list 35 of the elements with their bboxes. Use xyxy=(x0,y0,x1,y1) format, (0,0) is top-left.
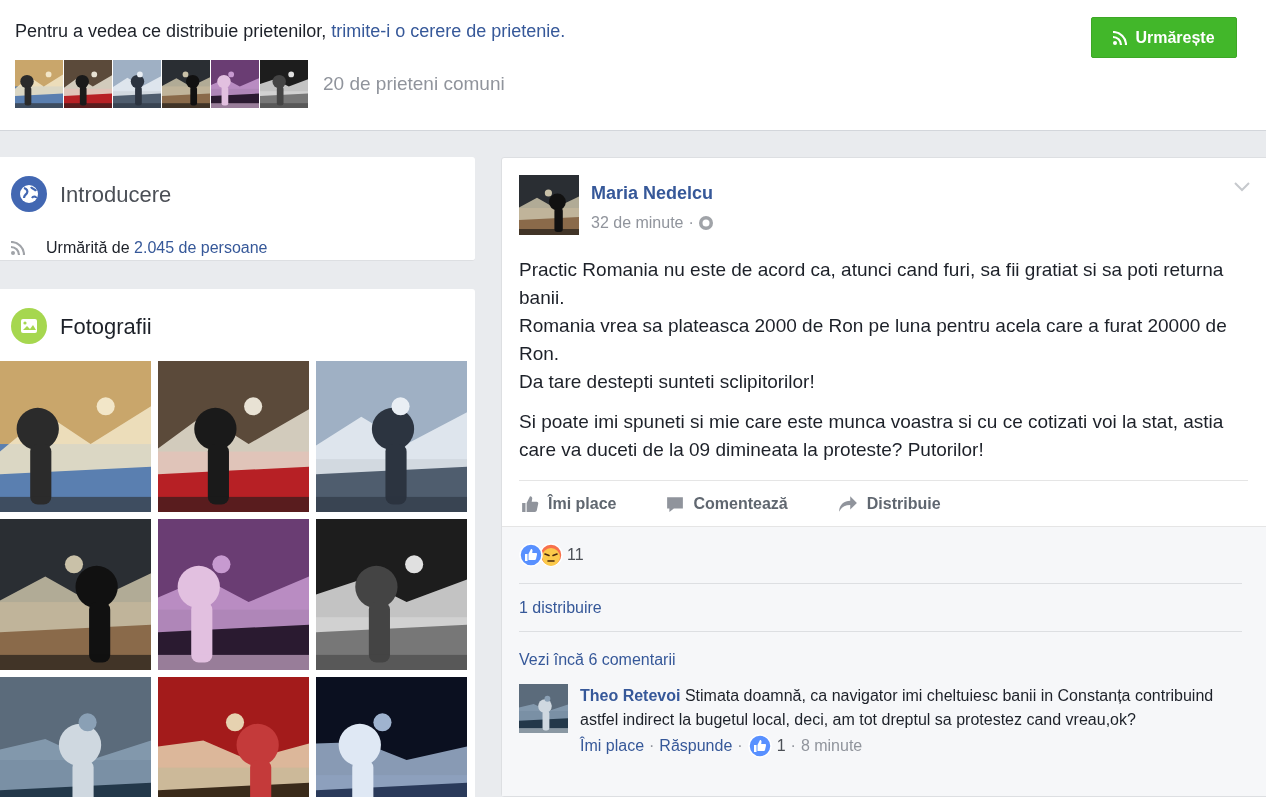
chevron-down-icon[interactable] xyxy=(1234,182,1250,192)
shares-link[interactable]: 1 distribuire xyxy=(519,595,602,620)
photo-icon xyxy=(11,308,47,344)
share-arrow-icon xyxy=(837,494,858,513)
separator-dot: · xyxy=(790,736,796,756)
post-action-button[interactable]: Comentează xyxy=(666,491,788,516)
like-reaction-icon xyxy=(519,543,543,567)
post-action-button[interactable]: Distribuie xyxy=(837,491,941,516)
comment-time: 8 minute xyxy=(800,736,863,756)
intro-title: Introducere xyxy=(60,180,172,209)
like-reaction-icon xyxy=(747,734,772,758)
like-link[interactable]: Îmi place xyxy=(580,734,645,758)
rss-icon xyxy=(1113,30,1128,45)
comment-like-count: 1 xyxy=(776,736,786,756)
photos-title: Fotografii xyxy=(60,312,152,341)
separator-dot: · xyxy=(688,213,694,233)
separator-dot: · xyxy=(737,736,743,756)
post-text: Si poate imi spuneti si mie care este munca voastra si cu ce cotizati voi la stat, astia care va duceti de la 09 dimineata la proteste? Putorilor! xyxy=(519,410,1225,462)
separator-dot: · xyxy=(649,736,655,756)
followers-link[interactable]: 2.045 de persoane xyxy=(134,239,268,256)
post-action-button[interactable]: Îmi place xyxy=(521,491,617,516)
reply-link[interactable]: Răspunde xyxy=(659,734,733,758)
followers-text: Urmărită de 2.045 de persoane xyxy=(46,238,268,258)
commenter-name[interactable]: Theo Retevoi xyxy=(580,687,681,704)
comment-text: Theo Retevoi Stimata doamnă, ca navigator imi cheltuiesc banii in Constanța contribuind astfel indirect la bugetul local, deci, am tot dreptul sa protestez cand vreau,ok? xyxy=(580,686,1215,730)
friend-request-prompt: Pentru a vedea ce distribuie prietenilor, trimite-i o cerere de prietenie. xyxy=(15,20,566,43)
friend-request-link[interactable]: trimite-i o cerere de prietenie. xyxy=(331,21,566,41)
more-comments-link[interactable]: Vezi încă 6 comentarii xyxy=(519,648,1258,672)
angry-reaction-icon xyxy=(539,543,563,567)
reaction-count[interactable]: 11 xyxy=(567,543,584,567)
thumbs-up-icon xyxy=(521,494,539,513)
speech-bubble-icon xyxy=(666,494,685,513)
author-name[interactable]: Maria Nedelcu xyxy=(591,180,1234,207)
rss-icon xyxy=(11,241,25,255)
post-text: Practic Romania nu este de acord ca, atunci cand furi, sa fii gratiat si sa poti returna banii. Romania vrea sa plateasca 2000 de Ron pe luna pentru acela care a furat 20000 de Ron. Da tare destepti sunteti sclipitorilor! xyxy=(519,258,1228,394)
